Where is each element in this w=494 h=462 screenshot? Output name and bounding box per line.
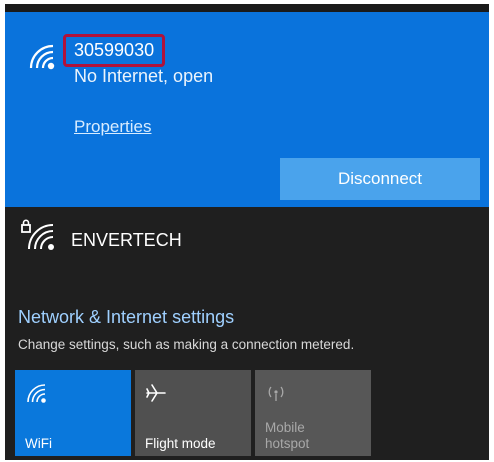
network-settings-description: Change settings, such as making a connec… (18, 337, 355, 352)
connected-network-panel[interactable]: 30599030 No Internet, open Properties Di… (5, 12, 489, 207)
network-list-item[interactable]: ENVERTECH (5, 207, 489, 267)
mobile-hotspot-tile[interactable]: Mobile hotspot (255, 370, 371, 456)
network-flyout: 30599030 No Internet, open Properties Di… (5, 4, 489, 460)
wifi-icon (27, 384, 46, 403)
properties-link[interactable]: Properties (74, 117, 151, 137)
network-settings-link[interactable]: Network & Internet settings (18, 307, 234, 328)
wifi-tile[interactable]: WiFi (15, 370, 131, 456)
quick-actions: WiFi Flight mode Mobile hotspot (10, 370, 489, 460)
top-strip (5, 4, 489, 12)
wifi-tile-label: WiFi (25, 436, 52, 451)
hotspot-label-line2: hotspot (265, 436, 310, 451)
mobile-hotspot-label: Mobile hotspot (265, 420, 309, 452)
airplane-icon (146, 384, 166, 402)
network-ssid: 30599030 (63, 34, 166, 67)
wifi-signal-icon (29, 44, 55, 70)
secured-wifi-icon (21, 219, 54, 250)
hotspot-icon (268, 386, 284, 401)
flight-mode-label: Flight mode (145, 436, 216, 451)
network-name: ENVERTECH (71, 230, 182, 250)
hotspot-label-line1: Mobile (265, 420, 305, 435)
disconnect-button[interactable]: Disconnect (280, 158, 480, 200)
flight-mode-tile[interactable]: Flight mode (135, 370, 251, 456)
network-status: No Internet, open (74, 66, 214, 86)
